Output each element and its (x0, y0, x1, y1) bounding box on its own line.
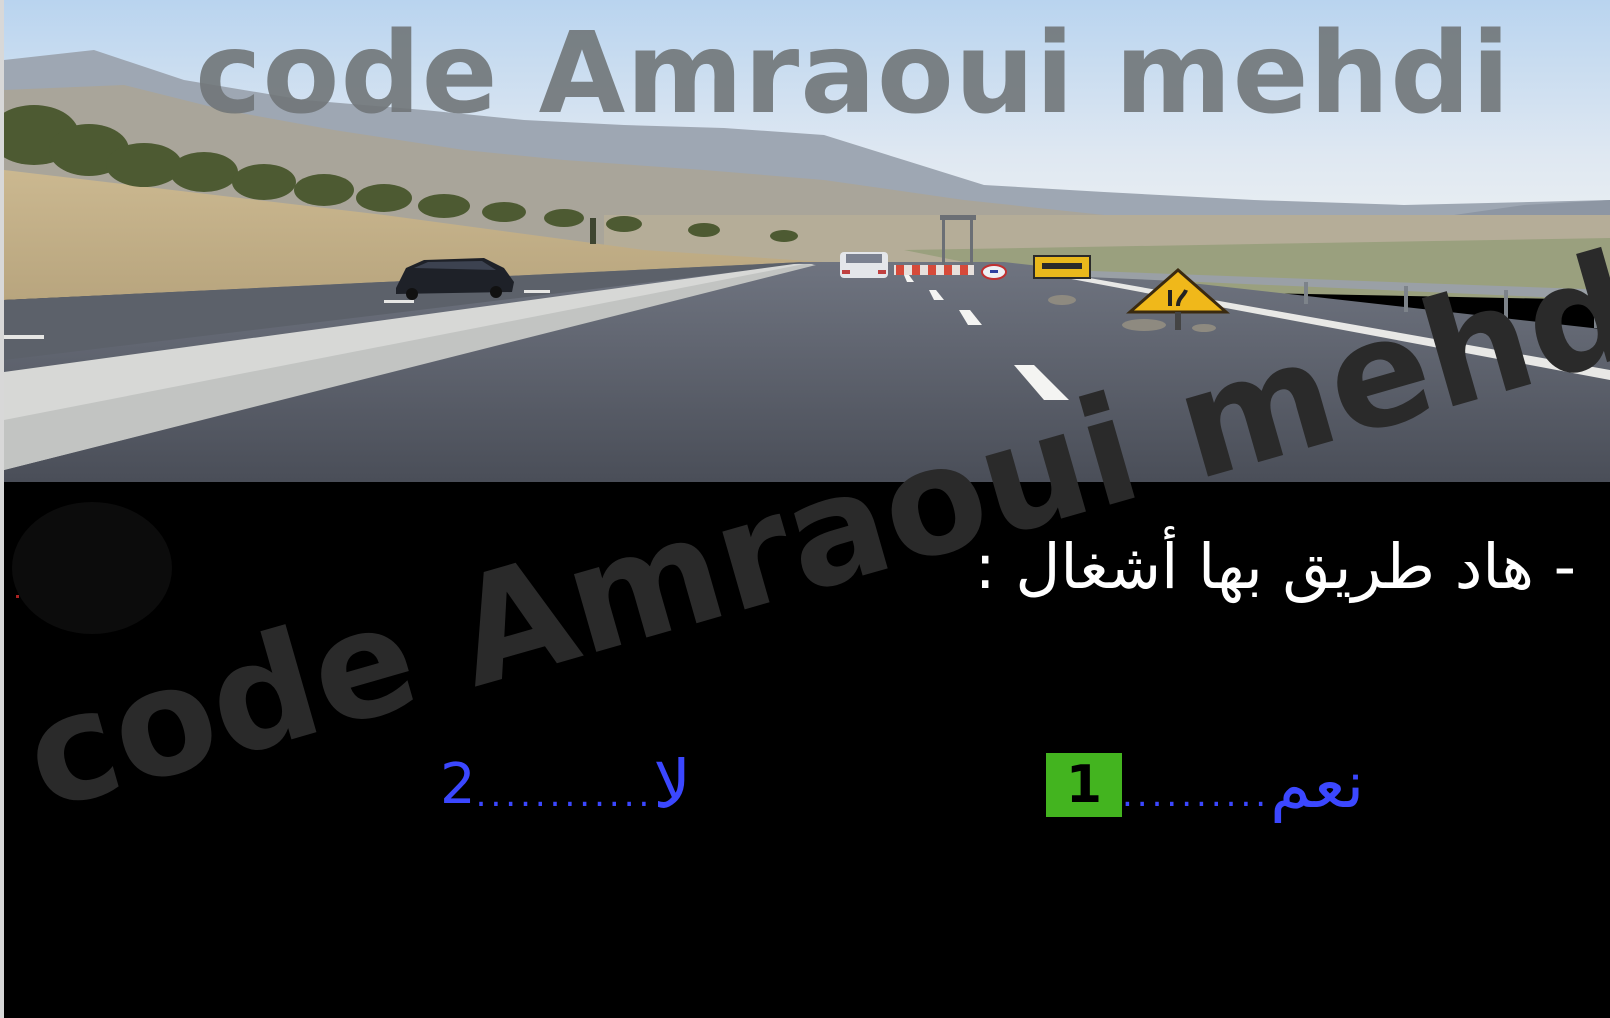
answer-1-number-box: 1 (1046, 753, 1122, 817)
ghost-circle (12, 502, 172, 634)
answer-2-dots: ............ (475, 775, 654, 815)
answer-1-label: نعم (1270, 746, 1365, 823)
question-text: - هاد طريق بها أشغال : (974, 530, 1576, 603)
answer-2-label: لا (653, 746, 691, 823)
answer-option-1[interactable]: 1 .......... نعم (1046, 752, 1364, 818)
tiny-mark (16, 595, 19, 598)
answer-option-2[interactable]: 2 ............ لا (440, 752, 691, 818)
watermark-top: code Amraoui mehdi (195, 9, 1511, 139)
video-frame: code Amraoui mehdi code Amraoui mehdi - … (0, 0, 1610, 1018)
answer-2-number: 2 (440, 752, 476, 817)
answer-1-dots: .......... (1122, 775, 1271, 815)
